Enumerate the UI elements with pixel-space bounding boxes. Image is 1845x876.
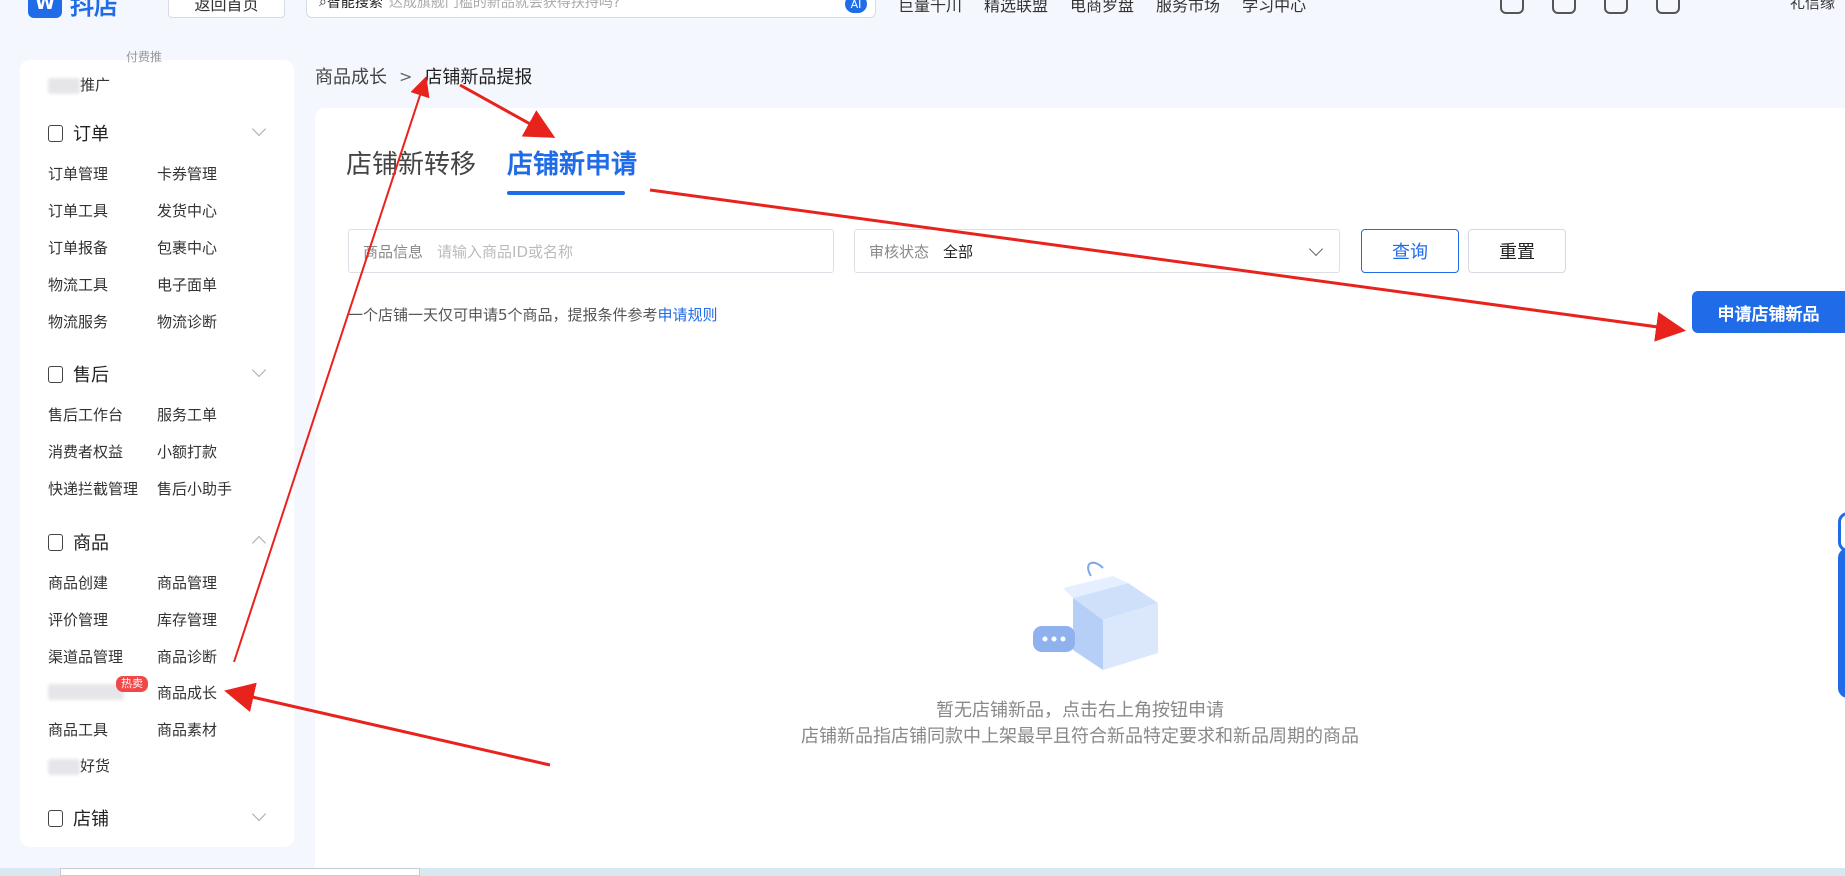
- sidebar-item[interactable]: 卡券管理: [157, 163, 217, 184]
- tab-shop-new-apply[interactable]: 店铺新申请: [507, 144, 637, 181]
- sidebar-item[interactable]: 库存管理: [157, 609, 217, 630]
- main-panel: 店铺新转移 店铺新申请 商品信息 请输入商品ID或名称 审核状态 全部 查询 重…: [315, 108, 1845, 876]
- sidebar-item[interactable]: 渠道品管理: [48, 646, 123, 667]
- search-label: 智能搜索: [326, 0, 383, 11]
- bottom-taskbar: [0, 868, 1845, 876]
- sidebar-item[interactable]: 评价管理: [48, 609, 108, 630]
- aftersale-icon: [48, 365, 63, 383]
- ai-badge-icon[interactable]: AI: [845, 0, 867, 13]
- empty-state-title: 暂无店铺新品，点击右上角按钮申请: [936, 700, 1224, 721]
- order-icon: [48, 124, 63, 142]
- sidebar-item-opportunity-center[interactable]: [48, 682, 124, 702]
- chevron-down-icon[interactable]: [251, 362, 267, 378]
- top-nav-item[interactable]: 服务市场: [1156, 0, 1220, 16]
- tab-active-indicator: [507, 191, 625, 195]
- hot-badge: 热卖: [116, 676, 148, 692]
- apply-shop-new-goods-button[interactable]: 申请店铺新品: [1692, 291, 1845, 333]
- chevron-up-icon[interactable]: [251, 535, 267, 551]
- logo-text: 抖店: [70, 0, 118, 20]
- top-nav-item[interactable]: 精选联盟: [984, 0, 1048, 16]
- search-icon: ⌕: [319, 0, 327, 10]
- sidebar-item[interactable]: 订单工具: [48, 200, 108, 221]
- floating-side-panel[interactable]: [1838, 548, 1845, 698]
- sidebar-item[interactable]: 售后工作台: [48, 404, 123, 425]
- logo-mark-icon: W: [28, 0, 62, 18]
- taskbar-window[interactable]: [60, 868, 420, 876]
- tab-shop-new-transfer[interactable]: 店铺新转移: [346, 144, 476, 181]
- top-nav: 巨量千川 精选联盟 电商罗盘 服务市场 学习中心: [898, 0, 1306, 16]
- query-button[interactable]: 查询: [1361, 229, 1459, 273]
- chevron-down-icon[interactable]: [251, 121, 267, 137]
- sidebar-item[interactable]: 订单报备: [48, 237, 108, 258]
- sidebar-section-order[interactable]: 订单: [48, 120, 109, 146]
- sidebar-item[interactable]: 订单管理: [48, 163, 108, 184]
- blurred-text: [48, 77, 80, 94]
- audit-status-label: 审核状态: [869, 242, 930, 261]
- sidebar-item[interactable]: 商品创建: [48, 572, 108, 593]
- breadcrumb-separator-icon: >: [399, 66, 413, 86]
- top-icons: [1500, 0, 1680, 14]
- plus-icon[interactable]: [1656, 0, 1680, 14]
- sidebar-item[interactable]: 商品工具: [48, 719, 108, 740]
- sidebar-item[interactable]: 售后小助手: [157, 478, 232, 499]
- goods-info-label: 商品信息: [363, 242, 424, 261]
- bell-icon[interactable]: [1500, 0, 1524, 14]
- goods-icon: [48, 533, 63, 551]
- sidebar-item-goods-growth[interactable]: 商品成长: [157, 682, 217, 703]
- breadcrumb: 商品成长 > 店铺新品提报: [315, 63, 532, 89]
- sidebar-item[interactable]: 消费者权益: [48, 441, 123, 462]
- chevron-down-icon[interactable]: [251, 806, 267, 822]
- empty-box-illustration: [1033, 558, 1173, 682]
- sidebar-item[interactable]: 服务工单: [157, 404, 217, 425]
- floating-assistant-handle[interactable]: [1838, 512, 1845, 552]
- sidebar-item[interactable]: 商品管理: [157, 572, 217, 593]
- sidebar-item[interactable]: 小额打款: [157, 441, 217, 462]
- sidebar-item[interactable]: 包裹中心: [157, 237, 217, 258]
- apply-rules-link[interactable]: 申请规则: [658, 306, 718, 324]
- top-nav-item[interactable]: 学习中心: [1242, 0, 1306, 16]
- empty-state-description: 店铺新品指店铺同款中上架最早且符合新品特定要求和新品周期的商品: [801, 726, 1359, 747]
- top-nav-item[interactable]: 巨量千川: [898, 0, 962, 16]
- blurred-text: [48, 758, 80, 775]
- sidebar-item[interactable]: 物流诊断: [157, 311, 217, 332]
- sidebar-item[interactable]: 快递拦截管理: [48, 478, 138, 499]
- search-placeholder: 达成旗舰门槛的新品就会获得扶持吗?: [388, 0, 621, 11]
- audit-status-select[interactable]: 审核状态 全部: [854, 229, 1340, 273]
- sidebar-section-shop[interactable]: 店铺: [48, 805, 109, 831]
- top-bar: W 抖店 返回首页 ⌕ 智能搜索 达成旗舰门槛的新品就会获得扶持吗? AI 巨量…: [0, 0, 1845, 22]
- search-input[interactable]: ⌕ 智能搜索 达成旗舰门槛的新品就会获得扶持吗? AI: [306, 0, 876, 18]
- message-icon[interactable]: [1604, 0, 1628, 14]
- apply-tip-text: 一个店铺一天仅可申请5个商品，提报条件参考: [348, 306, 658, 324]
- goods-info-input[interactable]: 商品信息 请输入商品ID或名称: [348, 229, 834, 273]
- shop-icon: [48, 809, 63, 827]
- sidebar-item-promotion[interactable]: 推广: [48, 74, 110, 95]
- sidebar-item[interactable]: 商品素材: [157, 719, 217, 740]
- sidebar-item[interactable]: 物流服务: [48, 311, 108, 332]
- top-nav-item[interactable]: 电商罗盘: [1070, 0, 1134, 16]
- reset-button[interactable]: 重置: [1468, 229, 1566, 273]
- goods-info-placeholder: 请输入商品ID或名称: [437, 242, 573, 261]
- sidebar-section-goods[interactable]: 商品: [48, 529, 109, 555]
- breadcrumb-parent[interactable]: 商品成长: [315, 63, 387, 89]
- apply-tip: 一个店铺一天仅可申请5个商品，提报条件参考申请规则: [348, 304, 718, 325]
- back-home-button[interactable]: 返回首页: [168, 0, 285, 18]
- audit-status-value: 全部: [943, 242, 974, 261]
- sidebar-partial-item[interactable]: 付费推: [126, 48, 162, 65]
- sidebar-item[interactable]: 电子面单: [157, 274, 217, 295]
- sidebar-item[interactable]: 商品诊断: [157, 646, 217, 667]
- sidebar-item[interactable]: 物流工具: [48, 274, 108, 295]
- user-name[interactable]: 礼信缘: [1790, 0, 1835, 13]
- logo[interactable]: W 抖店: [28, 0, 118, 20]
- sidebar-section-aftersale[interactable]: 售后: [48, 361, 109, 387]
- blurred-text: [48, 683, 124, 700]
- breadcrumb-current: 店铺新品提报: [424, 67, 533, 88]
- sidebar: 付费推 推广 订单 订单管理 卡券管理 订单工具 发货中心 订单报备 包裹中心 …: [20, 50, 294, 847]
- chevron-down-icon: [1308, 241, 1324, 257]
- sidebar-item[interactable]: 发货中心: [157, 200, 217, 221]
- chat-icon[interactable]: [1552, 0, 1576, 14]
- sidebar-item-good-goods[interactable]: 好货: [48, 755, 110, 776]
